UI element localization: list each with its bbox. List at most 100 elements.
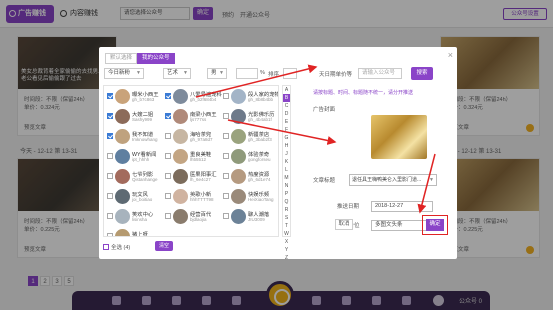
alphabet-letter[interactable]: S bbox=[283, 214, 290, 222]
push-date-input[interactable]: 2018-12-27 bbox=[371, 201, 433, 212]
account-checkbox[interactable] bbox=[165, 193, 171, 199]
alphabet-letter[interactable]: E bbox=[283, 118, 290, 126]
alphabet-letter[interactable]: R bbox=[283, 206, 290, 214]
alphabet-letter[interactable]: K bbox=[283, 158, 290, 166]
alphabet-letter[interactable]: H bbox=[283, 142, 290, 150]
account-item[interactable]: 海哈茶兜 gh_97a8d7 bbox=[164, 128, 222, 147]
account-item[interactable]: 新疆茶店 gh_3bab2f3 bbox=[222, 128, 278, 147]
account-item[interactable]: 热度资源 gh_6d1e74 bbox=[222, 168, 278, 187]
sex-filter-select[interactable]: 男 ▼ bbox=[207, 68, 227, 79]
account-checkbox[interactable] bbox=[107, 133, 113, 139]
account-checkbox[interactable] bbox=[165, 153, 171, 159]
account-item[interactable]: 光影佛乐历 gh_4b4ab1f bbox=[222, 108, 278, 127]
account-id: gh_8b8b4bb bbox=[248, 97, 274, 102]
alphabet-letter[interactable]: W bbox=[283, 230, 290, 238]
tab-default[interactable]: 默认选择 bbox=[105, 53, 138, 64]
type-filter-select[interactable]: 艺术 ▼ bbox=[163, 68, 191, 79]
account-id: ljs777ss bbox=[190, 117, 207, 122]
date-filter-select[interactable]: 今日新粉 ▼ bbox=[104, 68, 144, 79]
account-avatar bbox=[173, 149, 188, 164]
alphabet-letter[interactable]: P bbox=[283, 190, 290, 198]
account-checkbox[interactable] bbox=[107, 193, 113, 199]
account-item[interactable]: 七爷列影 Qistanhange bbox=[106, 168, 164, 187]
account-item[interactable]: WY看新闻 ipt_hhhh bbox=[106, 148, 164, 167]
account-checkbox[interactable] bbox=[223, 113, 229, 119]
account-checkbox[interactable] bbox=[223, 133, 229, 139]
account-item[interactable]: 体验茶奇 gongforseu bbox=[222, 148, 278, 167]
account-checkbox[interactable] bbox=[223, 93, 229, 99]
account-item[interactable]: 聊人潮落 JIU3009 bbox=[222, 208, 278, 227]
close-icon[interactable]: × bbox=[448, 50, 453, 60]
account-checkbox[interactable] bbox=[107, 213, 113, 219]
account-name: 猪上呀 bbox=[132, 232, 148, 237]
account-checkbox[interactable] bbox=[107, 93, 113, 99]
alphabet-letter[interactable]: A bbox=[283, 86, 290, 94]
account-checkbox[interactable] bbox=[165, 173, 171, 179]
account-search-input[interactable]: 请输入公众号 bbox=[358, 68, 402, 79]
account-item[interactable]: 医果阳事汇 lh_6e4c27 bbox=[164, 168, 222, 187]
title-select[interactable]: 退任具王嗨鸭美仑入里影门道... ▼ bbox=[349, 174, 437, 186]
account-item[interactable]: 英歌小新 hhhTTTT98 bbox=[164, 188, 222, 207]
account-item[interactable]: 猪上呀Pigsuishuan bbox=[106, 228, 164, 237]
alphabet-letter[interactable]: B bbox=[283, 94, 290, 102]
search-button[interactable]: 搜索 bbox=[411, 67, 433, 80]
account-item[interactable]: 重良美鞋 lh55512 bbox=[164, 148, 222, 167]
account-checkbox[interactable] bbox=[165, 113, 171, 119]
select-all[interactable]: 全选 (4) bbox=[103, 243, 130, 251]
ok-button-highlight: 确定 bbox=[422, 215, 448, 235]
account-checkbox[interactable] bbox=[165, 93, 171, 99]
alphabet-letter[interactable]: G bbox=[283, 134, 290, 142]
account-checkbox[interactable] bbox=[165, 213, 171, 219]
alphabet-letter[interactable]: N bbox=[283, 182, 290, 190]
account-item[interactable]: 经营百代 bjdlaojia bbox=[164, 208, 222, 227]
account-avatar bbox=[173, 109, 188, 124]
alphabet-letter[interactable]: J bbox=[283, 150, 290, 158]
account-checkbox[interactable] bbox=[107, 153, 113, 159]
alphabet-letter[interactable]: X bbox=[283, 238, 290, 246]
alphabet-letter[interactable]: L bbox=[283, 166, 290, 174]
account-avatar bbox=[173, 189, 188, 204]
account-checkbox[interactable] bbox=[107, 113, 113, 119]
tab-my-accounts[interactable]: 我的公众号 bbox=[137, 53, 175, 64]
alphabet-letter[interactable]: F bbox=[283, 126, 290, 134]
select-all-checkbox[interactable] bbox=[103, 244, 109, 250]
account-list: 曝米小西王 gh_b7c863 八爱号遍宠科 gh_b2f684b4 段人家的宠物 gh_… bbox=[103, 85, 279, 237]
clear-button[interactable]: 清空 bbox=[155, 241, 173, 251]
account-checkbox[interactable] bbox=[165, 133, 171, 139]
account-item[interactable]: 笑欢中心 lisinsha bbox=[106, 208, 164, 227]
account-id: gh_b2f684b4 bbox=[190, 97, 217, 102]
alphabet-letter[interactable]: Z bbox=[283, 254, 290, 262]
date-label: 推送日期 bbox=[337, 204, 360, 210]
account-id: lh55512 bbox=[190, 157, 207, 162]
cover-label: 广告封面 bbox=[313, 107, 336, 113]
account-checkbox[interactable] bbox=[107, 233, 113, 236]
account-checkbox[interactable] bbox=[223, 173, 229, 179]
account-item[interactable]: 快娱乐频 HeiXiaoTang bbox=[222, 188, 278, 207]
pct-input[interactable] bbox=[236, 68, 258, 79]
account-avatar bbox=[115, 169, 130, 184]
alphabet-letter[interactable]: C bbox=[283, 102, 290, 110]
account-id: ipt_hhhh bbox=[132, 157, 150, 162]
account-item[interactable]: 曝米小西王 gh_b7c863 bbox=[106, 88, 164, 107]
select-all-label: 全选 (4) bbox=[111, 245, 131, 251]
alphabet-letter[interactable]: M bbox=[283, 174, 290, 182]
alphabet-letter[interactable]: T bbox=[283, 222, 290, 230]
account-item[interactable]: 八爱号遍宠科 gh_b2f684b4 bbox=[164, 88, 222, 107]
account-id: Qistanhange bbox=[132, 177, 158, 182]
cancel-button[interactable]: 取消 bbox=[335, 219, 353, 230]
account-checkbox[interactable] bbox=[223, 213, 229, 219]
account-avatar bbox=[231, 209, 246, 224]
account-item[interactable]: 段人家的宠物 gh_8b8b4bb bbox=[222, 88, 278, 107]
alphabet-letter[interactable]: Q bbox=[283, 198, 290, 206]
rank-input[interactable] bbox=[283, 68, 297, 79]
account-item[interactable]: 南梁小西王 ljs777ss bbox=[164, 108, 222, 127]
account-checkbox[interactable] bbox=[107, 173, 113, 179]
alphabet-letter[interactable]: D bbox=[283, 110, 290, 118]
account-item[interactable]: 大嫂二姐 Sashy999 bbox=[106, 108, 164, 127]
account-checkbox[interactable] bbox=[223, 153, 229, 159]
ok-button[interactable]: 确定 bbox=[426, 219, 444, 231]
alphabet-letter[interactable]: Y bbox=[283, 246, 290, 254]
account-item[interactable]: 玩文风 joi_boitiao bbox=[106, 188, 164, 207]
account-item[interactable]: 我不知道 Imknowhang bbox=[106, 128, 164, 147]
account-checkbox[interactable] bbox=[223, 193, 229, 199]
